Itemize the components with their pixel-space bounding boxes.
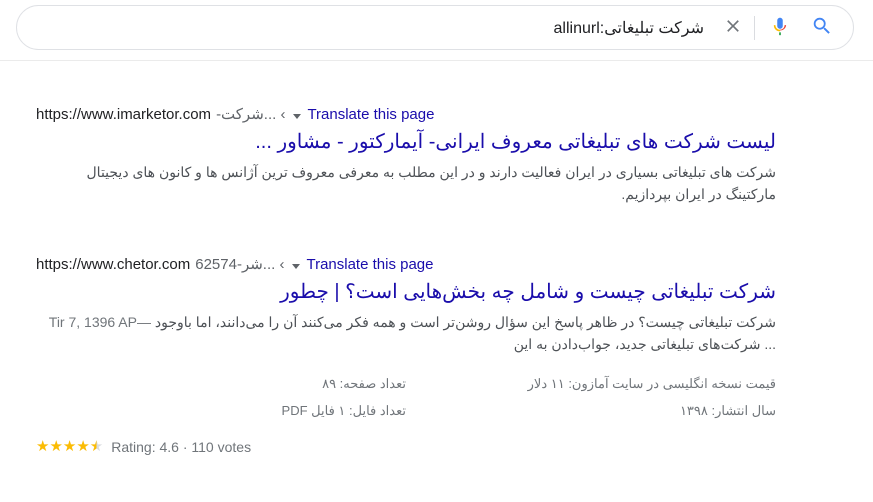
- close-icon: [723, 16, 743, 39]
- breadcrumb: › ...شرکت-: [216, 106, 286, 123]
- clear-search-button[interactable]: [714, 8, 752, 48]
- star-half: ★: [89, 438, 104, 455]
- breadcrumb: › ...شر-62574: [195, 256, 285, 273]
- stars-filled: ★★★★: [36, 438, 90, 455]
- search-result: https://www.imarketor.com › ...شرکت- Tra…: [0, 105, 873, 205]
- result-url-line: https://www.imarketor.com › ...شرکت- Tra…: [36, 105, 837, 125]
- result-cite: https://www.chetor.com: [36, 256, 191, 273]
- metadata-cell: تعداد فایل: ۱ فایل PDF: [281, 403, 406, 418]
- translate-page-link[interactable]: Translate this page: [307, 105, 434, 125]
- result-title-link[interactable]: لیست شرکت های تبلیغاتی معروف ایرانی- آیم…: [36, 129, 776, 155]
- metadata-cell: قیمت نسخه انگلیسی در سایت آمازون: ۱۱ دلا…: [527, 376, 776, 391]
- snippet-text: شرکت تبلیغاتی چیست؟ در ظاهر پاسخ این سؤا…: [154, 314, 776, 352]
- chevron-down-icon[interactable]: [293, 113, 302, 119]
- rating-row: ★★★★★ Rating: 4.6 · 110 votes: [36, 438, 837, 456]
- microphone-icon: [769, 15, 791, 40]
- metadata-cell: تعداد صفحه: ۸۹: [322, 376, 406, 391]
- toolbar-divider: [754, 15, 755, 40]
- rating-text: Rating: 4.6 · 110 votes: [111, 439, 252, 455]
- search-icon: [811, 15, 833, 40]
- result-snippet: شرکت های تبلیغاتی بسیاری در ایران فعالیت…: [86, 164, 777, 202]
- search-box[interactable]: [16, 5, 854, 50]
- search-header: [0, 0, 873, 61]
- result-snippet: Tir 7, 1396 AP— شرکت تبلیغاتی چیست؟ در ظ…: [36, 311, 776, 355]
- result-title-link[interactable]: شرکت تبلیغاتی چیست و شامل چه بخش‌هایی اس…: [36, 279, 776, 305]
- result-metadata-table: قیمت نسخه انگلیسی در سایت آمازون: ۱۱ دلا…: [36, 373, 776, 422]
- result-url-line: https://www.chetor.com › ...شر-62574 Tra…: [36, 255, 837, 275]
- translate-page-link[interactable]: Translate this page: [306, 255, 433, 275]
- star-rating-icon: ★★★★★: [36, 439, 103, 455]
- voice-search-button[interactable]: [761, 8, 799, 48]
- search-results: https://www.imarketor.com › ...شرکت- Tra…: [0, 105, 873, 456]
- snippet-dash: —: [136, 314, 151, 330]
- chevron-down-icon[interactable]: [292, 263, 301, 269]
- result-cite: https://www.imarketor.com: [36, 106, 212, 123]
- search-input[interactable]: [17, 6, 714, 49]
- search-result: https://www.chetor.com › ...شر-62574 Tra…: [0, 255, 873, 456]
- snippet-date: Tir 7, 1396 AP: [48, 314, 137, 330]
- metadata-cell: سال انتشار: ۱۳۹۸: [679, 403, 776, 418]
- search-submit-button[interactable]: [799, 8, 845, 48]
